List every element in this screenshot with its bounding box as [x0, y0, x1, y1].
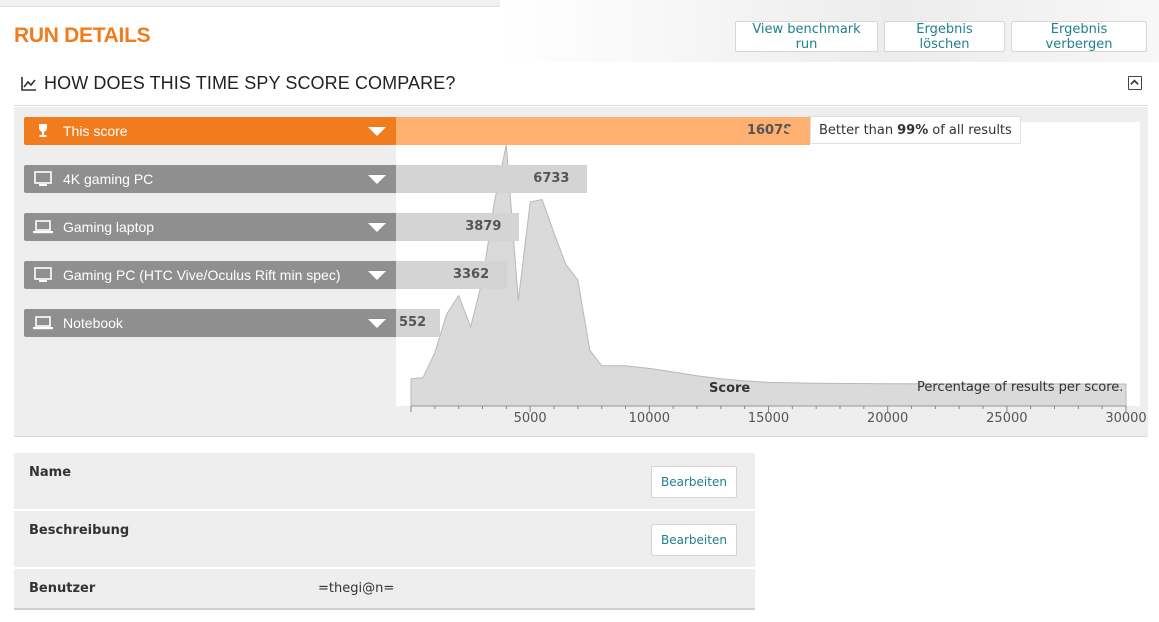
laptop-icon — [33, 315, 53, 331]
user-value: =thegi@n= — [318, 581, 395, 596]
compare-row-reference[interactable]: Gaming laptop — [24, 213, 396, 241]
compare-row-bar: 3879 — [396, 213, 520, 241]
compare-row-value: 6733 — [533, 171, 570, 186]
compare-row-bar: 552 — [396, 309, 441, 337]
edit-description-button[interactable]: Bearbeiten — [651, 524, 737, 556]
compare-row-label: This score — [63, 123, 128, 139]
better-than-badge: Better than 99% of all results — [810, 116, 1021, 144]
better-than-pointer — [783, 116, 810, 144]
details-row-user: Benutzer =thegi@n= — [14, 569, 755, 609]
compare-row-value: 3879 — [465, 219, 502, 234]
chevron-down-icon[interactable] — [368, 319, 386, 328]
details-row-description: Beschreibung Bearbeiten — [14, 511, 755, 569]
chevron-down-icon[interactable] — [368, 127, 386, 136]
compare-row-bar: 16078 — [396, 117, 811, 145]
chevron-down-icon[interactable] — [368, 271, 386, 280]
laptop-icon — [33, 219, 53, 235]
compare-row-bar: 3362 — [396, 261, 508, 289]
compare-row-label: 4K gaming PC — [63, 171, 154, 187]
x-tick-label: 25000 — [986, 411, 1028, 426]
x-tick-label: 30000 — [1105, 411, 1147, 426]
details-row-name: Name Bearbeiten — [14, 453, 755, 511]
x-tick-label: 10000 — [628, 411, 671, 426]
x-tick-label: 15000 — [747, 411, 790, 426]
compare-row-reference[interactable]: 4K gaming PC — [24, 165, 396, 193]
compare-row-value: 552 — [399, 315, 427, 330]
trophy-icon — [33, 123, 53, 139]
compare-row-label: Gaming laptop — [63, 219, 155, 235]
table-bottom-border — [14, 608, 755, 610]
compare-row-label: Gaming PC (HTC Vive/Oculus Rift min spec… — [63, 267, 341, 283]
compare-row-label: Notebook — [63, 315, 123, 331]
compare-row-this-score[interactable]: This score — [24, 117, 396, 145]
compare-row-reference[interactable]: Notebook — [24, 309, 396, 337]
chart-note: Percentage of results per score. — [917, 380, 1124, 395]
compare-row-value: 3362 — [452, 267, 490, 282]
x-axis-title: Score — [709, 381, 751, 396]
edit-name-button[interactable]: Bearbeiten — [651, 466, 737, 498]
better-than-percent: 99% — [897, 122, 929, 138]
x-tick-label: 20000 — [866, 411, 909, 426]
run-details-table: Name Bearbeiten Beschreibung Bearbeiten … — [14, 453, 755, 609]
description-label: Beschreibung — [29, 523, 130, 538]
better-than-prefix: Better than — [819, 122, 894, 138]
compare-row-bar: 6733 — [396, 165, 588, 193]
desktop-icon — [33, 171, 53, 187]
chevron-down-icon[interactable] — [368, 223, 386, 232]
user-label: Benutzer — [29, 581, 96, 596]
x-tick-label: 5000 — [513, 411, 547, 426]
desktop-icon — [33, 267, 53, 283]
name-label: Name — [29, 465, 72, 480]
better-than-suffix: of all results — [932, 122, 1012, 138]
chevron-down-icon[interactable] — [368, 175, 386, 184]
compare-row-reference[interactable]: Gaming PC (HTC Vive/Oculus Rift min spec… — [24, 261, 396, 289]
